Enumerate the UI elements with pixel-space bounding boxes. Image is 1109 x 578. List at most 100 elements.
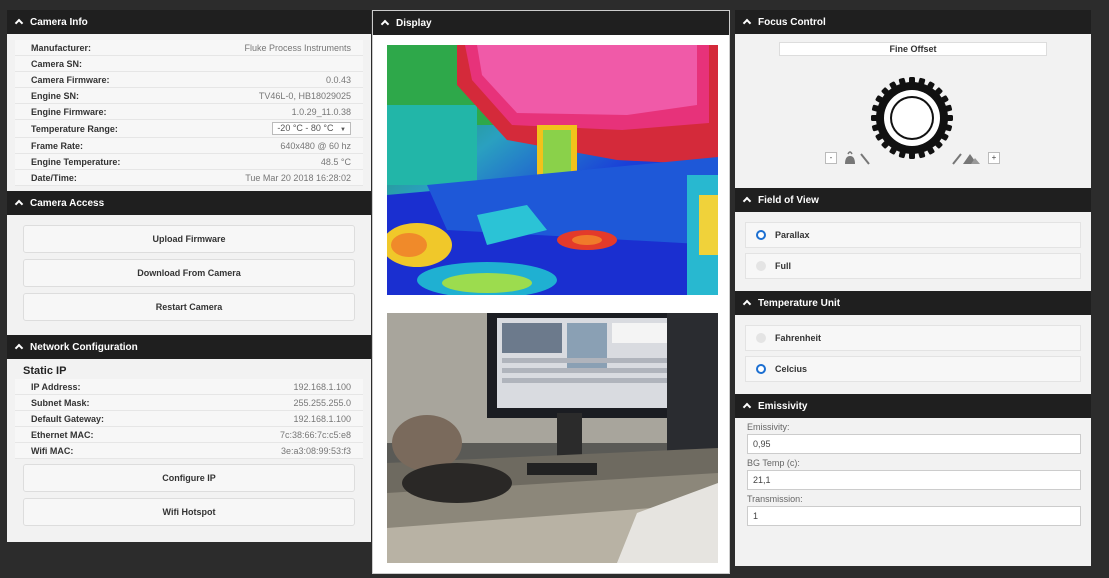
row-label: Frame Rate: — [31, 140, 84, 151]
wifi-hotspot-button[interactable]: Wifi Hotspot — [23, 498, 355, 526]
info-row-frame-rate: Frame Rate: 640x480 @ 60 hz — [15, 138, 363, 154]
row-value: 192.168.1.100 — [293, 381, 351, 392]
focus-minus-button[interactable]: - — [825, 152, 837, 164]
row-value: TV46L-0, HB18029025 — [258, 90, 351, 101]
emissivity-header[interactable]: Emissivity — [735, 394, 1091, 418]
chevron-up-icon — [743, 404, 751, 412]
option-label: Full — [775, 261, 791, 271]
left-column: Camera Info Manufacturer: Fluke Process I… — [7, 10, 371, 542]
row-label: Wifi MAC: — [31, 445, 74, 456]
row-value: 192.168.1.100 — [293, 413, 351, 424]
chevron-up-icon — [381, 21, 389, 29]
display-header[interactable]: Display — [373, 11, 729, 35]
row-label: Camera SN: — [31, 58, 83, 69]
net-row-ip: IP Address: 192.168.1.100 — [15, 379, 363, 395]
dropdown-arrow-icon: ▼ — [340, 127, 346, 133]
option-label: Celcius — [775, 364, 808, 374]
upload-firmware-button[interactable]: Upload Firmware — [23, 225, 355, 253]
row-label: Subnet Mask: — [31, 397, 90, 408]
restart-camera-button[interactable]: Restart Camera — [23, 293, 355, 321]
row-value: 7c:38:66:7c:c5:e8 — [279, 429, 351, 440]
chevron-up-icon — [743, 20, 751, 28]
row-label: Engine Temperature: — [31, 156, 121, 167]
row-label: Date/Time: — [31, 172, 77, 183]
chevron-up-icon — [743, 198, 751, 206]
focus-control-title: Focus Control — [758, 16, 826, 28]
row-value: 0.0.43 — [325, 74, 351, 85]
temp-unit-title: Temperature Unit — [758, 297, 841, 309]
focus-wheel[interactable] — [870, 76, 954, 160]
emissivity-label: Emissivity: — [747, 422, 790, 432]
temp-unit-header[interactable]: Temperature Unit — [735, 291, 1091, 315]
fov-title: Field of View — [758, 194, 819, 206]
temperature-range-value: -20 °C - 80 °C — [277, 123, 334, 133]
transmission-input[interactable]: 1 — [747, 506, 1081, 526]
row-value: Tue Mar 20 2018 16:28:02 — [245, 172, 351, 183]
network-list: IP Address: 192.168.1.100 Subnet Mask: 255… — [7, 379, 371, 459]
emissivity-input[interactable]: 0,95 — [747, 434, 1081, 454]
network-config-header[interactable]: Network Configuration — [7, 335, 371, 359]
info-row-temperature-range: Temperature Range: -20 °C - 80 °C ▼ — [15, 120, 363, 138]
info-row-camera-firmware: Camera Firmware: 0.0.43 — [15, 72, 363, 88]
net-row-subnet: Subnet Mask: 255.255.255.0 — [15, 395, 363, 411]
temperature-range-select[interactable]: -20 °C - 80 °C ▼ — [272, 122, 351, 135]
row-label: Manufacturer: — [31, 42, 92, 53]
static-ip-subtitle: Static IP — [23, 365, 67, 377]
chevron-up-icon — [15, 201, 23, 209]
radio-selected-icon — [756, 364, 766, 374]
info-row-manufacturer: Manufacturer: Fluke Process Instruments — [15, 40, 363, 56]
configure-ip-button[interactable]: Configure IP — [23, 464, 355, 492]
radio-unselected-icon — [756, 333, 766, 343]
row-label: Temperature Range: — [31, 123, 118, 134]
info-row-engine-temperature: Engine Temperature: 48.5 °C — [15, 154, 363, 170]
row-value: 1.0.29_11.0.38 — [291, 106, 351, 117]
bg-temp-label: BG Temp (c): — [747, 458, 800, 468]
chevron-up-icon — [15, 345, 23, 353]
emissivity-title: Emissivity — [758, 400, 808, 412]
focus-mode-select[interactable]: Fine Offset — [779, 42, 1047, 56]
chevron-up-icon — [743, 301, 751, 309]
far-focus-icon — [951, 150, 981, 166]
bg-temp-input[interactable]: 21,1 — [747, 470, 1081, 490]
info-row-date-time: Date/Time: Tue Mar 20 2018 16:28:02 — [15, 170, 363, 186]
fov-option-full[interactable]: Full — [745, 253, 1081, 279]
focus-control-header[interactable]: Focus Control — [735, 10, 1091, 34]
unit-option-celcius[interactable]: Celcius — [745, 356, 1081, 382]
transmission-label: Transmission: — [747, 494, 803, 504]
near-focus-icon — [843, 150, 873, 166]
radio-unselected-icon — [756, 261, 766, 271]
thermal-image — [387, 45, 718, 295]
info-row-engine-firmware: Engine Firmware: 1.0.29_11.0.38 — [15, 104, 363, 120]
radio-selected-icon — [756, 230, 766, 240]
net-row-gateway: Default Gateway: 192.168.1.100 — [15, 411, 363, 427]
camera-info-header[interactable]: Camera Info — [7, 10, 371, 34]
display-title: Display — [396, 17, 432, 29]
row-value: Fluke Process Instruments — [244, 42, 351, 53]
row-value: 640x480 @ 60 hz — [280, 140, 351, 151]
chevron-up-icon — [15, 20, 23, 28]
camera-info-title: Camera Info — [30, 16, 88, 28]
camera-access-title: Camera Access — [30, 197, 105, 209]
info-row-camera-sn: Camera SN: — [15, 56, 363, 72]
fov-option-parallax[interactable]: Parallax — [745, 222, 1081, 248]
net-row-ethernet-mac: Ethernet MAC: 7c:38:66:7c:c5:e8 — [15, 427, 363, 443]
unit-option-fahrenheit[interactable]: Fahrenheit — [745, 325, 1081, 351]
row-value: 3e:a3:08:99:53:f3 — [280, 445, 351, 456]
row-label: Ethernet MAC: — [31, 429, 94, 440]
row-label: Engine Firmware: — [31, 106, 107, 117]
info-row-engine-sn: Engine SN: TV46L-0, HB18029025 — [15, 88, 363, 104]
row-label: Default Gateway: — [31, 413, 105, 424]
row-label: IP Address: — [31, 381, 81, 392]
net-row-wifi-mac: Wifi MAC: 3e:a3:08:99:53:f3 — [15, 443, 363, 459]
focus-control-body: Fine Offset - + — [735, 42, 1091, 178]
camera-access-header[interactable]: Camera Access — [7, 191, 371, 215]
download-from-camera-button[interactable]: Download From Camera — [23, 259, 355, 287]
row-label: Camera Firmware: — [31, 74, 110, 85]
camera-image — [387, 313, 718, 563]
right-column: Focus Control Fine Offset - + Field of V… — [735, 10, 1091, 566]
focus-plus-button[interactable]: + — [988, 152, 1000, 164]
row-label: Engine SN: — [31, 90, 80, 101]
display-column: Display — [372, 10, 730, 574]
fov-header[interactable]: Field of View — [735, 188, 1091, 212]
row-value: 48.5 °C — [320, 156, 351, 167]
